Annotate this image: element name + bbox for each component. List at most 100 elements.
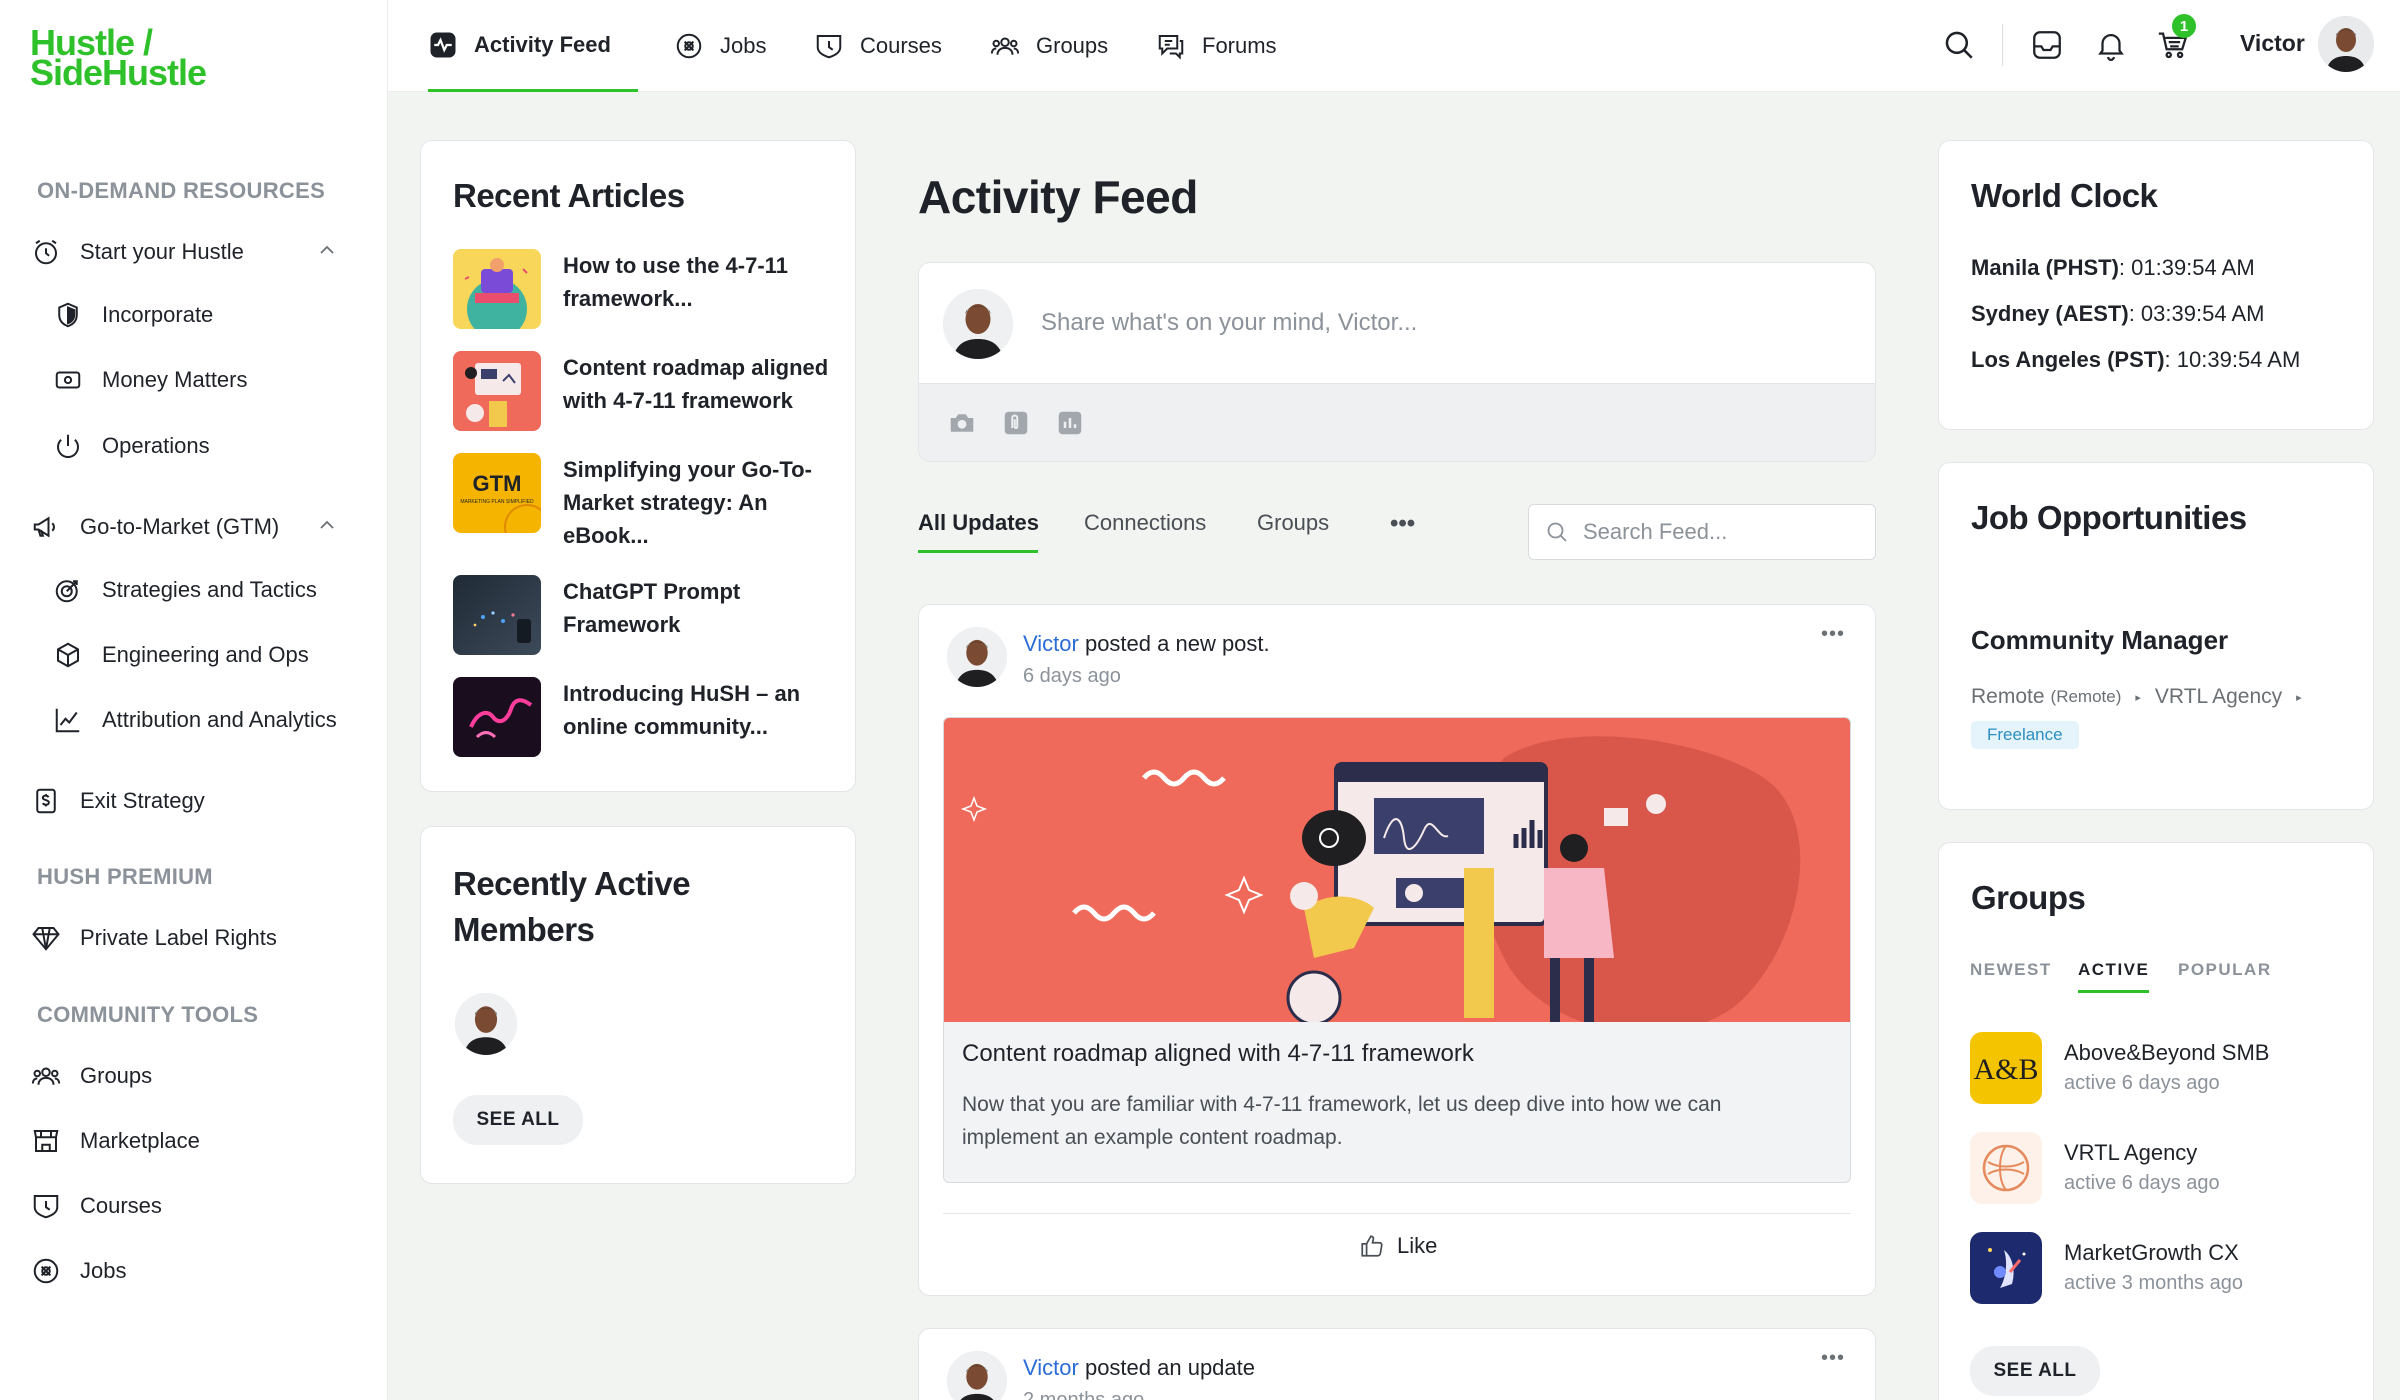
article-item[interactable]: GTM MARKETING PLAN SIMPLIFIED Simplifying… <box>453 453 853 549</box>
group-name[interactable]: MarketGrowth CX <box>2064 1240 2239 1266</box>
post-composer: Share what's on your mind, Victor... <box>918 262 1876 462</box>
like-button[interactable]: Like <box>1359 1233 1437 1259</box>
article-title[interactable]: ChatGPT Prompt Framework <box>563 575 740 641</box>
sidebar-item-marketplace[interactable]: Marketplace <box>30 1119 367 1163</box>
jobs-icon <box>30 1255 62 1287</box>
chevron-up-icon[interactable] <box>317 240 337 260</box>
activity-post: Victor posted an update 2 months ago ••• <box>918 1328 1876 1400</box>
post-timestamp[interactable]: 6 days ago <box>1023 665 1121 688</box>
link-preview[interactable]: Content roadmap aligned with 4-7-11 fram… <box>943 717 1851 1183</box>
search-icon[interactable] <box>1942 28 1976 62</box>
world-clock-card: World Clock Manila (PHST): 01:39:54 AM S… <box>1938 140 2374 430</box>
group-item[interactable]: MarketGrowth CX active 3 months ago <box>1970 1232 2350 1304</box>
group-item[interactable]: A&B Above&Beyond SMB active 6 days ago <box>1970 1032 2350 1104</box>
sidebar-item-incorporate[interactable]: Incorporate <box>52 293 367 337</box>
feed-tab-groups[interactable]: Groups <box>1257 510 1329 536</box>
member-avatar[interactable] <box>455 993 517 1055</box>
sidebar-item-courses[interactable]: Courses <box>30 1184 367 1228</box>
feed-tab-all-updates[interactable]: All Updates <box>918 510 1039 536</box>
see-all-groups-button[interactable]: SEE ALL <box>1970 1346 2100 1396</box>
composer-toolbar <box>919 383 1875 461</box>
sidebar-item-engineering[interactable]: Engineering and Ops <box>52 633 367 677</box>
article-item[interactable]: Content roadmap aligned with 4-7-11 frame… <box>453 351 853 431</box>
group-item[interactable]: VRTL Agency active 6 days ago <box>1970 1132 2350 1204</box>
sidebar-item-exit-strategy[interactable]: Exit Strategy <box>30 779 367 823</box>
tab-courses[interactable]: Courses <box>814 0 942 92</box>
group-name[interactable]: VRTL Agency <box>2064 1140 2197 1166</box>
inbox-icon[interactable] <box>2030 28 2064 62</box>
sidebar-item-attribution[interactable]: Attribution and Analytics <box>52 698 367 742</box>
course-badge-icon <box>816 35 842 59</box>
see-all-members-button[interactable]: SEE ALL <box>453 1095 583 1145</box>
user-avatar[interactable] <box>2318 16 2374 72</box>
sidebar-item-operations[interactable]: Operations <box>52 424 367 468</box>
shield-icon <box>52 299 84 331</box>
link-preview-illustration <box>944 718 1850 1033</box>
storefront-icon <box>30 1125 62 1157</box>
article-title[interactable]: Content roadmap aligned with 4-7-11 frame… <box>563 351 828 417</box>
group-logo <box>1970 1132 2042 1204</box>
sidebar-item-groups[interactable]: Groups <box>30 1054 367 1098</box>
bell-icon[interactable] <box>2094 28 2128 62</box>
post-action-text: posted a new post. <box>1078 631 1270 656</box>
groups-tab-popular[interactable]: POPULAR <box>2178 960 2272 980</box>
divider <box>943 1213 1851 1214</box>
feed-tab-connections[interactable]: Connections <box>1084 510 1206 536</box>
sidebar-item-private-label-rights[interactable]: Private Label Rights <box>30 916 367 960</box>
tab-jobs[interactable]: Jobs <box>674 0 766 92</box>
section-heading-community: COMMUNITY TOOLS <box>37 1002 259 1027</box>
thumbs-up-icon <box>1361 1235 1383 1257</box>
job-company[interactable]: VRTL Agency <box>2155 685 2282 709</box>
gtm-logo-text: GTM <box>473 471 522 496</box>
group-logo <box>1970 1232 2042 1304</box>
sidebar-item-label: Exit Strategy <box>80 788 205 813</box>
post-author-avatar[interactable] <box>947 627 1007 687</box>
article-title[interactable]: Simplifying your Go-To- Market strategy: … <box>563 453 812 552</box>
post-options-icon[interactable]: ••• <box>1821 1347 1845 1370</box>
article-title[interactable]: Introducing HuSH – an online community... <box>563 677 800 743</box>
logo[interactable]: Hustle / SideHustle <box>30 25 290 98</box>
divider <box>2002 24 2003 66</box>
post-timestamp[interactable]: 2 months ago <box>1023 1389 1144 1400</box>
tab-forums[interactable]: Forums <box>1156 0 1277 92</box>
user-name[interactable]: Victor <box>2240 30 2305 57</box>
job-location: Remote <box>1971 685 2045 708</box>
card-title: Recent Articles <box>453 177 685 214</box>
job-meta: Remote (Remote) ▸ VRTL Agency ▸ <box>1971 685 2302 709</box>
composer-input[interactable]: Share what's on your mind, Victor... <box>1041 309 1417 337</box>
chevron-up-icon[interactable] <box>317 515 337 535</box>
groups-tab-active[interactable]: ACTIVE <box>2078 960 2150 993</box>
section-heading-premium: HUSH PREMIUM <box>37 864 213 889</box>
tab-groups[interactable]: Groups <box>990 0 1108 92</box>
article-title[interactable]: How to use the 4-7-11 framework... <box>563 249 788 315</box>
article-item[interactable]: Introducing HuSH – an online community... <box>453 677 853 757</box>
article-item[interactable]: How to use the 4-7-11 framework... <box>453 249 853 329</box>
sidebar: Hustle / SideHustle ON-DEMAND RESOURCES … <box>0 0 388 1400</box>
search-feed-input[interactable]: Search Feed... <box>1528 504 1876 560</box>
post-author-avatar[interactable] <box>947 1351 1007 1400</box>
post-author-link[interactable]: Victor <box>1023 631 1079 656</box>
sidebar-item-money-matters[interactable]: Money Matters <box>52 358 367 402</box>
poll-icon[interactable] <box>1055 408 1085 438</box>
card-title: Job Opportunities <box>1971 499 2247 536</box>
sidebar-item-label: Start your Hustle <box>80 239 244 264</box>
sidebar-item-strategies[interactable]: Strategies and Tactics <box>52 568 367 612</box>
group-activity: active 3 months ago <box>2064 1272 2243 1294</box>
job-title[interactable]: Community Manager <box>1971 625 2228 656</box>
sidebar-item-start-your-hustle[interactable]: Start your Hustle <box>30 230 367 274</box>
article-item[interactable]: ChatGPT Prompt Framework <box>453 575 853 655</box>
more-tabs-icon[interactable]: ••• <box>1390 510 1415 538</box>
sidebar-item-go-to-market[interactable]: Go-to-Market (GTM) <box>30 505 367 549</box>
post-author-link[interactable]: Victor <box>1023 1355 1079 1380</box>
camera-icon[interactable] <box>947 408 977 438</box>
groups-tab-newest[interactable]: NEWEST <box>1970 960 2052 980</box>
sidebar-item-jobs[interactable]: Jobs <box>30 1249 367 1293</box>
post-options-icon[interactable]: ••• <box>1821 623 1845 646</box>
tab-activity-feed[interactable]: Activity Feed <box>428 0 638 92</box>
attachment-icon[interactable] <box>1001 408 1031 438</box>
group-name[interactable]: Above&Beyond SMB <box>2064 1040 2269 1066</box>
alarm-clock-icon <box>30 236 62 268</box>
link-preview-title[interactable]: Content roadmap aligned with 4-7-11 fram… <box>962 1040 1474 1068</box>
card-title: Groups <box>1971 879 2086 916</box>
separator-triangle-icon: ▸ <box>2135 691 2141 704</box>
